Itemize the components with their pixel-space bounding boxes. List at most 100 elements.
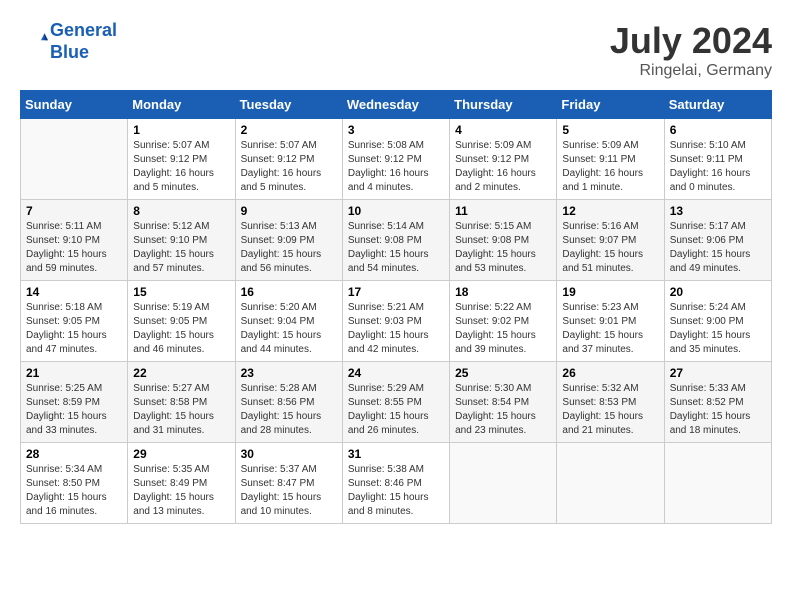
day-number: 25 bbox=[455, 366, 551, 380]
logo-icon bbox=[20, 28, 48, 56]
day-info: Sunrise: 5:21 AM Sunset: 9:03 PM Dayligh… bbox=[348, 301, 444, 357]
day-number: 15 bbox=[133, 285, 229, 299]
logo-line2: Blue bbox=[50, 42, 117, 64]
calendar-cell: 5Sunrise: 5:09 AM Sunset: 9:11 PM Daylig… bbox=[557, 119, 664, 200]
day-info: Sunrise: 5:29 AM Sunset: 8:55 PM Dayligh… bbox=[348, 382, 444, 438]
day-info: Sunrise: 5:33 AM Sunset: 8:52 PM Dayligh… bbox=[670, 382, 766, 438]
calendar-cell: 18 Sunrise: 5:22 AM Sunset: 9:02 PM Dayli… bbox=[450, 281, 557, 362]
day-info: Sunrise: 5:37 AM Sunset: 8:47 PM Dayligh… bbox=[241, 463, 337, 519]
day-number: 6 bbox=[670, 123, 766, 137]
day-number: 30 bbox=[241, 447, 337, 461]
calendar-cell: 30 Sunrise: 5:37 AM Sunset: 8:47 PM Dayli… bbox=[235, 443, 342, 524]
day-info: Sunrise: 5:09 AM Sunset: 9:12 PM Dayligh… bbox=[455, 139, 551, 195]
calendar-cell: 7Sunrise: 5:11 AM Sunset: 9:10 PM Daylig… bbox=[21, 200, 128, 281]
day-info: Sunrise: 5:23 AM Sunset: 9:01 PM Dayligh… bbox=[562, 301, 658, 357]
day-number: 21 bbox=[26, 366, 122, 380]
calendar-cell: 1 Sunrise: 5:07 AM Sunset: 9:12 PM Daylig… bbox=[128, 119, 235, 200]
calendar-cell: 9Sunrise: 5:13 AM Sunset: 9:09 PM Daylig… bbox=[235, 200, 342, 281]
calendar-cell: 26 Sunrise: 5:32 AM Sunset: 8:53 PM Dayli… bbox=[557, 362, 664, 443]
month-title: July 2024 bbox=[610, 20, 772, 62]
calendar-cell: 29 Sunrise: 5:35 AM Sunset: 8:49 PM Dayli… bbox=[128, 443, 235, 524]
day-info: Sunrise: 5:13 AM Sunset: 9:09 PM Dayligh… bbox=[241, 220, 337, 276]
calendar-cell: 10 Sunrise: 5:14 AM Sunset: 9:08 PM Dayli… bbox=[342, 200, 449, 281]
logo-line1: General bbox=[50, 20, 117, 40]
calendar-cell: 19 Sunrise: 5:23 AM Sunset: 9:01 PM Dayli… bbox=[557, 281, 664, 362]
day-number: 13 bbox=[670, 204, 766, 218]
calendar-cell: 23 Sunrise: 5:28 AM Sunset: 8:56 PM Dayli… bbox=[235, 362, 342, 443]
title-block: July 2024 Ringelai, Germany bbox=[610, 20, 772, 80]
day-number: 1 bbox=[133, 123, 229, 137]
weekday-header: Wednesday bbox=[342, 91, 449, 119]
calendar-cell: 20Sunrise: 5:24 AM Sunset: 9:00 PM Dayli… bbox=[664, 281, 771, 362]
calendar-cell: 2 Sunrise: 5:07 AM Sunset: 9:12 PM Daylig… bbox=[235, 119, 342, 200]
calendar-table: SundayMondayTuesdayWednesdayThursdayFrid… bbox=[20, 90, 772, 524]
calendar-cell: 14Sunrise: 5:18 AM Sunset: 9:05 PM Dayli… bbox=[21, 281, 128, 362]
calendar-week-row: 21 Sunrise: 5:25 AM Sunset: 8:59 PM Dayli… bbox=[21, 362, 772, 443]
location-title: Ringelai, Germany bbox=[610, 62, 772, 80]
calendar-cell: 12Sunrise: 5:16 AM Sunset: 9:07 PM Dayli… bbox=[557, 200, 664, 281]
day-number: 3 bbox=[348, 123, 444, 137]
logo-text: General Blue bbox=[50, 20, 117, 63]
day-info: Sunrise: 5:14 AM Sunset: 9:08 PM Dayligh… bbox=[348, 220, 444, 276]
calendar-week-row: 28 Sunrise: 5:34 AM Sunset: 8:50 PM Dayli… bbox=[21, 443, 772, 524]
calendar-cell: 16 Sunrise: 5:20 AM Sunset: 9:04 PM Dayli… bbox=[235, 281, 342, 362]
day-number: 12 bbox=[562, 204, 658, 218]
calendar-cell: 3Sunrise: 5:08 AM Sunset: 9:12 PM Daylig… bbox=[342, 119, 449, 200]
day-number: 24 bbox=[348, 366, 444, 380]
weekday-header: Sunday bbox=[21, 91, 128, 119]
day-number: 14 bbox=[26, 285, 122, 299]
calendar-cell: 13 Sunrise: 5:17 AM Sunset: 9:06 PM Dayli… bbox=[664, 200, 771, 281]
calendar-cell: 8Sunrise: 5:12 AM Sunset: 9:10 PM Daylig… bbox=[128, 200, 235, 281]
day-info: Sunrise: 5:15 AM Sunset: 9:08 PM Dayligh… bbox=[455, 220, 551, 276]
calendar-cell bbox=[450, 443, 557, 524]
day-number: 26 bbox=[562, 366, 658, 380]
logo: General Blue bbox=[20, 20, 117, 63]
day-info: Sunrise: 5:12 AM Sunset: 9:10 PM Dayligh… bbox=[133, 220, 229, 276]
calendar-cell: 17Sunrise: 5:21 AM Sunset: 9:03 PM Dayli… bbox=[342, 281, 449, 362]
day-info: Sunrise: 5:24 AM Sunset: 9:00 PM Dayligh… bbox=[670, 301, 766, 357]
calendar-cell: 15 Sunrise: 5:19 AM Sunset: 9:05 PM Dayli… bbox=[128, 281, 235, 362]
day-number: 29 bbox=[133, 447, 229, 461]
calendar-cell: 28 Sunrise: 5:34 AM Sunset: 8:50 PM Dayli… bbox=[21, 443, 128, 524]
weekday-header: Tuesday bbox=[235, 91, 342, 119]
calendar-cell: 4Sunrise: 5:09 AM Sunset: 9:12 PM Daylig… bbox=[450, 119, 557, 200]
calendar-cell: 21 Sunrise: 5:25 AM Sunset: 8:59 PM Dayli… bbox=[21, 362, 128, 443]
day-number: 23 bbox=[241, 366, 337, 380]
calendar-week-row: 1 Sunrise: 5:07 AM Sunset: 9:12 PM Daylig… bbox=[21, 119, 772, 200]
calendar-cell: 6 Sunrise: 5:10 AM Sunset: 9:11 PM Daylig… bbox=[664, 119, 771, 200]
day-number: 28 bbox=[26, 447, 122, 461]
day-info: Sunrise: 5:07 AM Sunset: 9:12 PM Dayligh… bbox=[241, 139, 337, 195]
day-info: Sunrise: 5:27 AM Sunset: 8:58 PM Dayligh… bbox=[133, 382, 229, 438]
day-info: Sunrise: 5:25 AM Sunset: 8:59 PM Dayligh… bbox=[26, 382, 122, 438]
day-info: Sunrise: 5:22 AM Sunset: 9:02 PM Dayligh… bbox=[455, 301, 551, 357]
calendar-cell bbox=[664, 443, 771, 524]
day-number: 22 bbox=[133, 366, 229, 380]
calendar-cell: 27Sunrise: 5:33 AM Sunset: 8:52 PM Dayli… bbox=[664, 362, 771, 443]
day-info: Sunrise: 5:07 AM Sunset: 9:12 PM Dayligh… bbox=[133, 139, 229, 195]
day-info: Sunrise: 5:17 AM Sunset: 9:06 PM Dayligh… bbox=[670, 220, 766, 276]
calendar-cell: 22 Sunrise: 5:27 AM Sunset: 8:58 PM Dayli… bbox=[128, 362, 235, 443]
calendar-cell: 24 Sunrise: 5:29 AM Sunset: 8:55 PM Dayli… bbox=[342, 362, 449, 443]
day-info: Sunrise: 5:34 AM Sunset: 8:50 PM Dayligh… bbox=[26, 463, 122, 519]
day-number: 16 bbox=[241, 285, 337, 299]
calendar-cell bbox=[557, 443, 664, 524]
day-info: Sunrise: 5:20 AM Sunset: 9:04 PM Dayligh… bbox=[241, 301, 337, 357]
day-number: 10 bbox=[348, 204, 444, 218]
calendar-cell bbox=[21, 119, 128, 200]
calendar-week-row: 14Sunrise: 5:18 AM Sunset: 9:05 PM Dayli… bbox=[21, 281, 772, 362]
page-header: General Blue July 2024 Ringelai, Germany bbox=[20, 20, 772, 80]
day-info: Sunrise: 5:32 AM Sunset: 8:53 PM Dayligh… bbox=[562, 382, 658, 438]
day-info: Sunrise: 5:28 AM Sunset: 8:56 PM Dayligh… bbox=[241, 382, 337, 438]
weekday-header: Saturday bbox=[664, 91, 771, 119]
day-number: 2 bbox=[241, 123, 337, 137]
calendar-cell: 11Sunrise: 5:15 AM Sunset: 9:08 PM Dayli… bbox=[450, 200, 557, 281]
weekday-header: Friday bbox=[557, 91, 664, 119]
day-number: 31 bbox=[348, 447, 444, 461]
day-number: 19 bbox=[562, 285, 658, 299]
day-info: Sunrise: 5:35 AM Sunset: 8:49 PM Dayligh… bbox=[133, 463, 229, 519]
calendar-cell: 25Sunrise: 5:30 AM Sunset: 8:54 PM Dayli… bbox=[450, 362, 557, 443]
calendar-week-row: 7Sunrise: 5:11 AM Sunset: 9:10 PM Daylig… bbox=[21, 200, 772, 281]
day-info: Sunrise: 5:19 AM Sunset: 9:05 PM Dayligh… bbox=[133, 301, 229, 357]
day-number: 18 bbox=[455, 285, 551, 299]
day-info: Sunrise: 5:10 AM Sunset: 9:11 PM Dayligh… bbox=[670, 139, 766, 195]
